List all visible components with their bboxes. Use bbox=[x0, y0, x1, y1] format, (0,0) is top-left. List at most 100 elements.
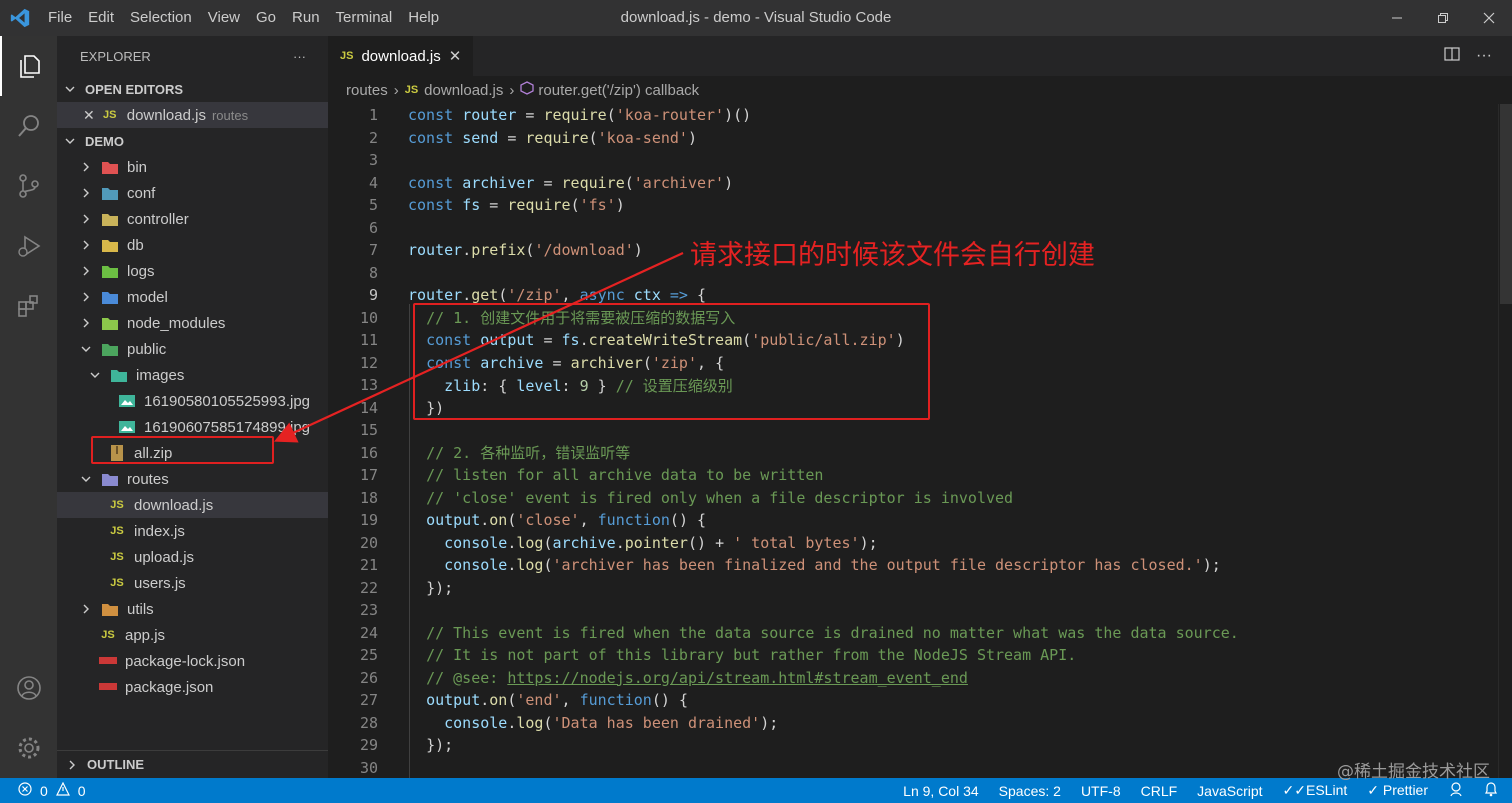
prettier-status[interactable]: ✓ Prettier bbox=[1367, 782, 1428, 799]
tree-file-index-js[interactable]: JS index.js bbox=[57, 518, 328, 544]
breadcrumb-folder[interactable]: routes bbox=[346, 82, 388, 99]
code-line[interactable]: 17 // listen for all archive data to be … bbox=[328, 464, 1512, 487]
minimize-icon[interactable] bbox=[1374, 0, 1420, 36]
feedback-icon[interactable] bbox=[1448, 781, 1464, 800]
code-line[interactable]: 26 // @see: https://nodejs.org/api/strea… bbox=[328, 667, 1512, 690]
code-line[interactable]: 10 // 1. 创建文件用于将需要被压缩的数据写入 bbox=[328, 307, 1512, 330]
search-icon[interactable] bbox=[0, 96, 57, 156]
tree-folder-node-modules[interactable]: node_modules bbox=[57, 310, 328, 336]
editor-scrollbar[interactable] bbox=[1498, 104, 1512, 778]
source-control-icon[interactable] bbox=[0, 156, 57, 216]
eslint-status[interactable]: ✓✓ESLint bbox=[1283, 782, 1348, 799]
code-line[interactable]: 20 console.log(archive.pointer() + ' tot… bbox=[328, 532, 1512, 555]
code-line[interactable]: 14 }) bbox=[328, 397, 1512, 420]
tree-file-package-json[interactable]: package.json bbox=[57, 674, 328, 700]
code-line[interactable]: 12 const archive = archiver('zip', { bbox=[328, 352, 1512, 375]
language-mode[interactable]: JavaScript bbox=[1197, 783, 1262, 799]
tree-folder-logs[interactable]: logs bbox=[57, 258, 328, 284]
code-line[interactable]: 19 output.on('close', function() { bbox=[328, 509, 1512, 532]
tree-file-app-js[interactable]: JS app.js bbox=[57, 622, 328, 648]
chevron-right-icon bbox=[79, 160, 93, 174]
line-number: 21 bbox=[359, 556, 378, 575]
tree-folder-db[interactable]: db bbox=[57, 232, 328, 258]
code-line[interactable]: 4 const archiver = require('archiver') bbox=[328, 172, 1512, 195]
account-icon[interactable] bbox=[0, 658, 57, 718]
problems-indicator[interactable]: 0 0 bbox=[0, 781, 86, 799]
breadcrumb-file[interactable]: download.js bbox=[424, 82, 503, 99]
code-line[interactable]: 28 console.log('Data has been drained'); bbox=[328, 712, 1512, 735]
encoding[interactable]: UTF-8 bbox=[1081, 783, 1121, 799]
tree-folder-routes[interactable]: routes bbox=[57, 466, 328, 492]
tree-file-image-2[interactable]: 16190607585174899.jpg bbox=[57, 414, 328, 440]
tree-folder-images[interactable]: images bbox=[57, 362, 328, 388]
code-line[interactable]: 9 router.get('/zip', async ctx => { bbox=[328, 284, 1512, 307]
tab-download-js[interactable]: JS download.js ✕ bbox=[328, 36, 474, 76]
code-line[interactable]: 2 const send = require('koa-send') bbox=[328, 127, 1512, 150]
code-line[interactable]: 5 const fs = require('fs') bbox=[328, 194, 1512, 217]
more-actions-icon[interactable]: ··· bbox=[293, 49, 306, 64]
breadcrumb-symbol[interactable]: router.get('/zip') callback bbox=[538, 82, 699, 99]
code-text: // @see: https://nodejs.org/api/stream.h… bbox=[426, 668, 968, 687]
notifications-bell-icon[interactable] bbox=[1484, 781, 1498, 800]
tree-folder-model[interactable]: model bbox=[57, 284, 328, 310]
open-editors-section[interactable]: OPEN EDITORS bbox=[57, 76, 328, 102]
code-line[interactable]: 15 bbox=[328, 419, 1512, 442]
tree-file-download-js[interactable]: JS download.js bbox=[57, 492, 328, 518]
code-line[interactable]: 11 const output = fs.createWriteStream('… bbox=[328, 329, 1512, 352]
code-line[interactable]: 24 // This event is fired when the data … bbox=[328, 622, 1512, 645]
code-line[interactable]: 16 // 2. 各种监听，错误监听等 bbox=[328, 442, 1512, 465]
close-editor-icon[interactable]: ✕ bbox=[83, 107, 95, 124]
tree-item-label: public bbox=[127, 340, 167, 358]
close-tab-icon[interactable]: ✕ bbox=[449, 47, 462, 65]
tree-folder-bin[interactable]: bin bbox=[57, 154, 328, 180]
tree-file-package-lock-json[interactable]: package-lock.json bbox=[57, 648, 328, 674]
extensions-icon[interactable] bbox=[0, 276, 57, 336]
code-line[interactable]: 23 bbox=[328, 599, 1512, 622]
code-line[interactable]: 18 // 'close' event is fired only when a… bbox=[328, 487, 1512, 510]
tree-folder-utils[interactable]: utils bbox=[57, 596, 328, 622]
split-editor-icon[interactable] bbox=[1444, 46, 1460, 67]
outline-section[interactable]: OUTLINE bbox=[57, 750, 328, 778]
code-line[interactable]: 3 bbox=[328, 149, 1512, 172]
cursor-position[interactable]: Ln 9, Col 34 bbox=[903, 783, 979, 799]
menu-edit[interactable]: Edit bbox=[80, 0, 122, 36]
more-actions-icon[interactable]: ··· bbox=[1476, 47, 1492, 65]
code-line[interactable]: 13 zlib: { level: 9 } // 设置压缩级别 bbox=[328, 374, 1512, 397]
end-of-line[interactable]: CRLF bbox=[1141, 783, 1178, 799]
menu-go[interactable]: Go bbox=[248, 0, 284, 36]
code-line[interactable]: 29 }); bbox=[328, 734, 1512, 757]
code-line[interactable]: 1 const router = require('koa-router')() bbox=[328, 104, 1512, 127]
code-line[interactable]: 22 }); bbox=[328, 577, 1512, 600]
menu-help[interactable]: Help bbox=[400, 0, 447, 36]
menu-view[interactable]: View bbox=[200, 0, 248, 36]
tree-folder-public[interactable]: public bbox=[57, 336, 328, 362]
settings-gear-icon[interactable] bbox=[0, 718, 57, 778]
project-section[interactable]: DEMO bbox=[57, 128, 328, 154]
close-window-icon[interactable] bbox=[1466, 0, 1512, 36]
line-number: 2 bbox=[368, 128, 378, 147]
open-editor-item[interactable]: ✕ JS download.js routes bbox=[57, 102, 328, 128]
menu-terminal[interactable]: Terminal bbox=[328, 0, 401, 36]
tab-label: download.js bbox=[361, 47, 441, 65]
run-debug-icon[interactable] bbox=[0, 216, 57, 276]
indentation[interactable]: Spaces: 2 bbox=[999, 783, 1061, 799]
folder-bin-icon bbox=[101, 158, 119, 176]
tree-file-image-1[interactable]: 16190580105525993.jpg bbox=[57, 388, 328, 414]
code-line[interactable]: 27 output.on('end', function() { bbox=[328, 689, 1512, 712]
explorer-icon[interactable] bbox=[0, 36, 57, 96]
restore-icon[interactable] bbox=[1420, 0, 1466, 36]
code-line[interactable]: 25 // It is not part of this library but… bbox=[328, 644, 1512, 667]
menu-file[interactable]: File bbox=[40, 0, 80, 36]
tree-folder-conf[interactable]: conf bbox=[57, 180, 328, 206]
npm-file-icon bbox=[99, 652, 117, 670]
code-line[interactable]: 30 bbox=[328, 757, 1512, 779]
code-editor[interactable]: 1 const router = require('koa-router')() 2… bbox=[328, 104, 1512, 778]
tree-file-users-js[interactable]: JS users.js bbox=[57, 570, 328, 596]
menu-selection[interactable]: Selection bbox=[122, 0, 200, 36]
code-line[interactable]: 21 console.log('archiver has been finali… bbox=[328, 554, 1512, 577]
editor-tabs: JS download.js ✕ ··· bbox=[328, 36, 1512, 76]
menu-run[interactable]: Run bbox=[284, 0, 328, 36]
tree-folder-controller[interactable]: controller bbox=[57, 206, 328, 232]
tree-file-upload-js[interactable]: JS upload.js bbox=[57, 544, 328, 570]
tree-file-all-zip[interactable]: all.zip bbox=[57, 440, 328, 466]
